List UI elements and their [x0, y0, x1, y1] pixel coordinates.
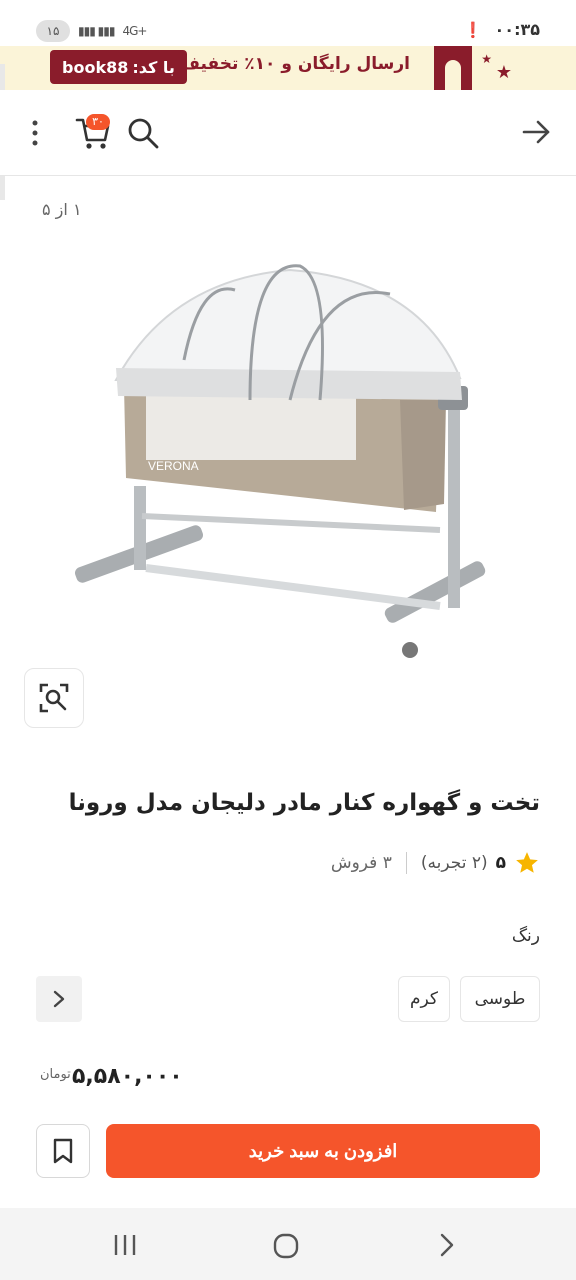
arrow-back-icon[interactable]	[520, 116, 552, 148]
cart-count-badge: ۳۰	[86, 114, 110, 130]
product-title: تخت و گهواره کنار مادر دلیجان مدل ورونا	[68, 790, 540, 816]
home-icon[interactable]	[272, 1232, 300, 1260]
bookmark-button[interactable]	[36, 1124, 90, 1178]
star-decoration-icon: ★	[495, 62, 512, 83]
promo-banner[interactable]: ★ ★ ارسال رایگان و ۱۰٪ تخفیف با کد: book…	[0, 46, 576, 90]
color-label: رنگ	[511, 926, 540, 946]
status-bar: ۱۵ ▮▮▮ ▮▮▮ 4G+ ❗ ۰۰:۳۵	[0, 0, 576, 46]
bookmark-icon	[53, 1138, 73, 1164]
status-left: ۱۵ ▮▮▮ ▮▮▮ 4G+	[36, 20, 147, 42]
product-image[interactable]: VERONA	[60, 250, 516, 670]
search-icon[interactable]	[126, 116, 160, 150]
back-icon[interactable]	[436, 1232, 458, 1258]
system-nav-bar	[0, 1208, 576, 1280]
rating-count[interactable]: (۲ تجربه)	[421, 853, 488, 873]
gallery-counter: ۱ از ۵	[42, 200, 82, 219]
promo-code-value: book88	[62, 57, 129, 77]
promo-text: ارسال رایگان و ۱۰٪ تخفیف	[180, 54, 410, 74]
promo-code-badge[interactable]: با کد: book88	[50, 50, 187, 84]
clock: ۰۰:۳۵	[494, 20, 540, 39]
signal-icon: ▮▮▮ ▮▮▮	[78, 24, 115, 38]
color-option-gray[interactable]: طوسی	[460, 976, 540, 1022]
alert-icon: ❗	[463, 20, 483, 39]
sales-count: ۳ فروش	[330, 853, 392, 873]
promo-logo	[434, 46, 472, 90]
more-vertical-icon[interactable]	[28, 118, 42, 148]
color-option-cream[interactable]: کرم	[398, 976, 450, 1022]
zoom-button[interactable]	[24, 668, 84, 728]
currency-label: تومان	[40, 1067, 71, 1082]
status-right: ❗ ۰۰:۳۵	[464, 20, 540, 39]
promo-code-label: با کد:	[132, 57, 175, 77]
app-header	[0, 90, 576, 176]
product-brand-label: VERONA	[148, 459, 199, 473]
star-icon	[516, 852, 538, 873]
colors-scroll-button[interactable]	[36, 976, 82, 1022]
chevron-right-icon	[53, 990, 65, 1008]
network-type: 4G+	[122, 24, 147, 38]
divider	[405, 852, 407, 874]
star-decoration-icon: ★	[481, 52, 492, 66]
add-to-cart-button[interactable]: افزودن به سبد خرید	[106, 1124, 540, 1178]
recent-apps-icon[interactable]	[112, 1232, 138, 1258]
zoom-search-icon	[39, 683, 69, 713]
rating-row: ۵ (۲ تجربه) ۳ فروش	[331, 850, 540, 876]
battery-indicator: ۱۵	[36, 20, 70, 42]
rating-value: ۵	[495, 853, 506, 873]
price: ۵,۵۸۰,۰۰۰	[72, 1064, 183, 1089]
